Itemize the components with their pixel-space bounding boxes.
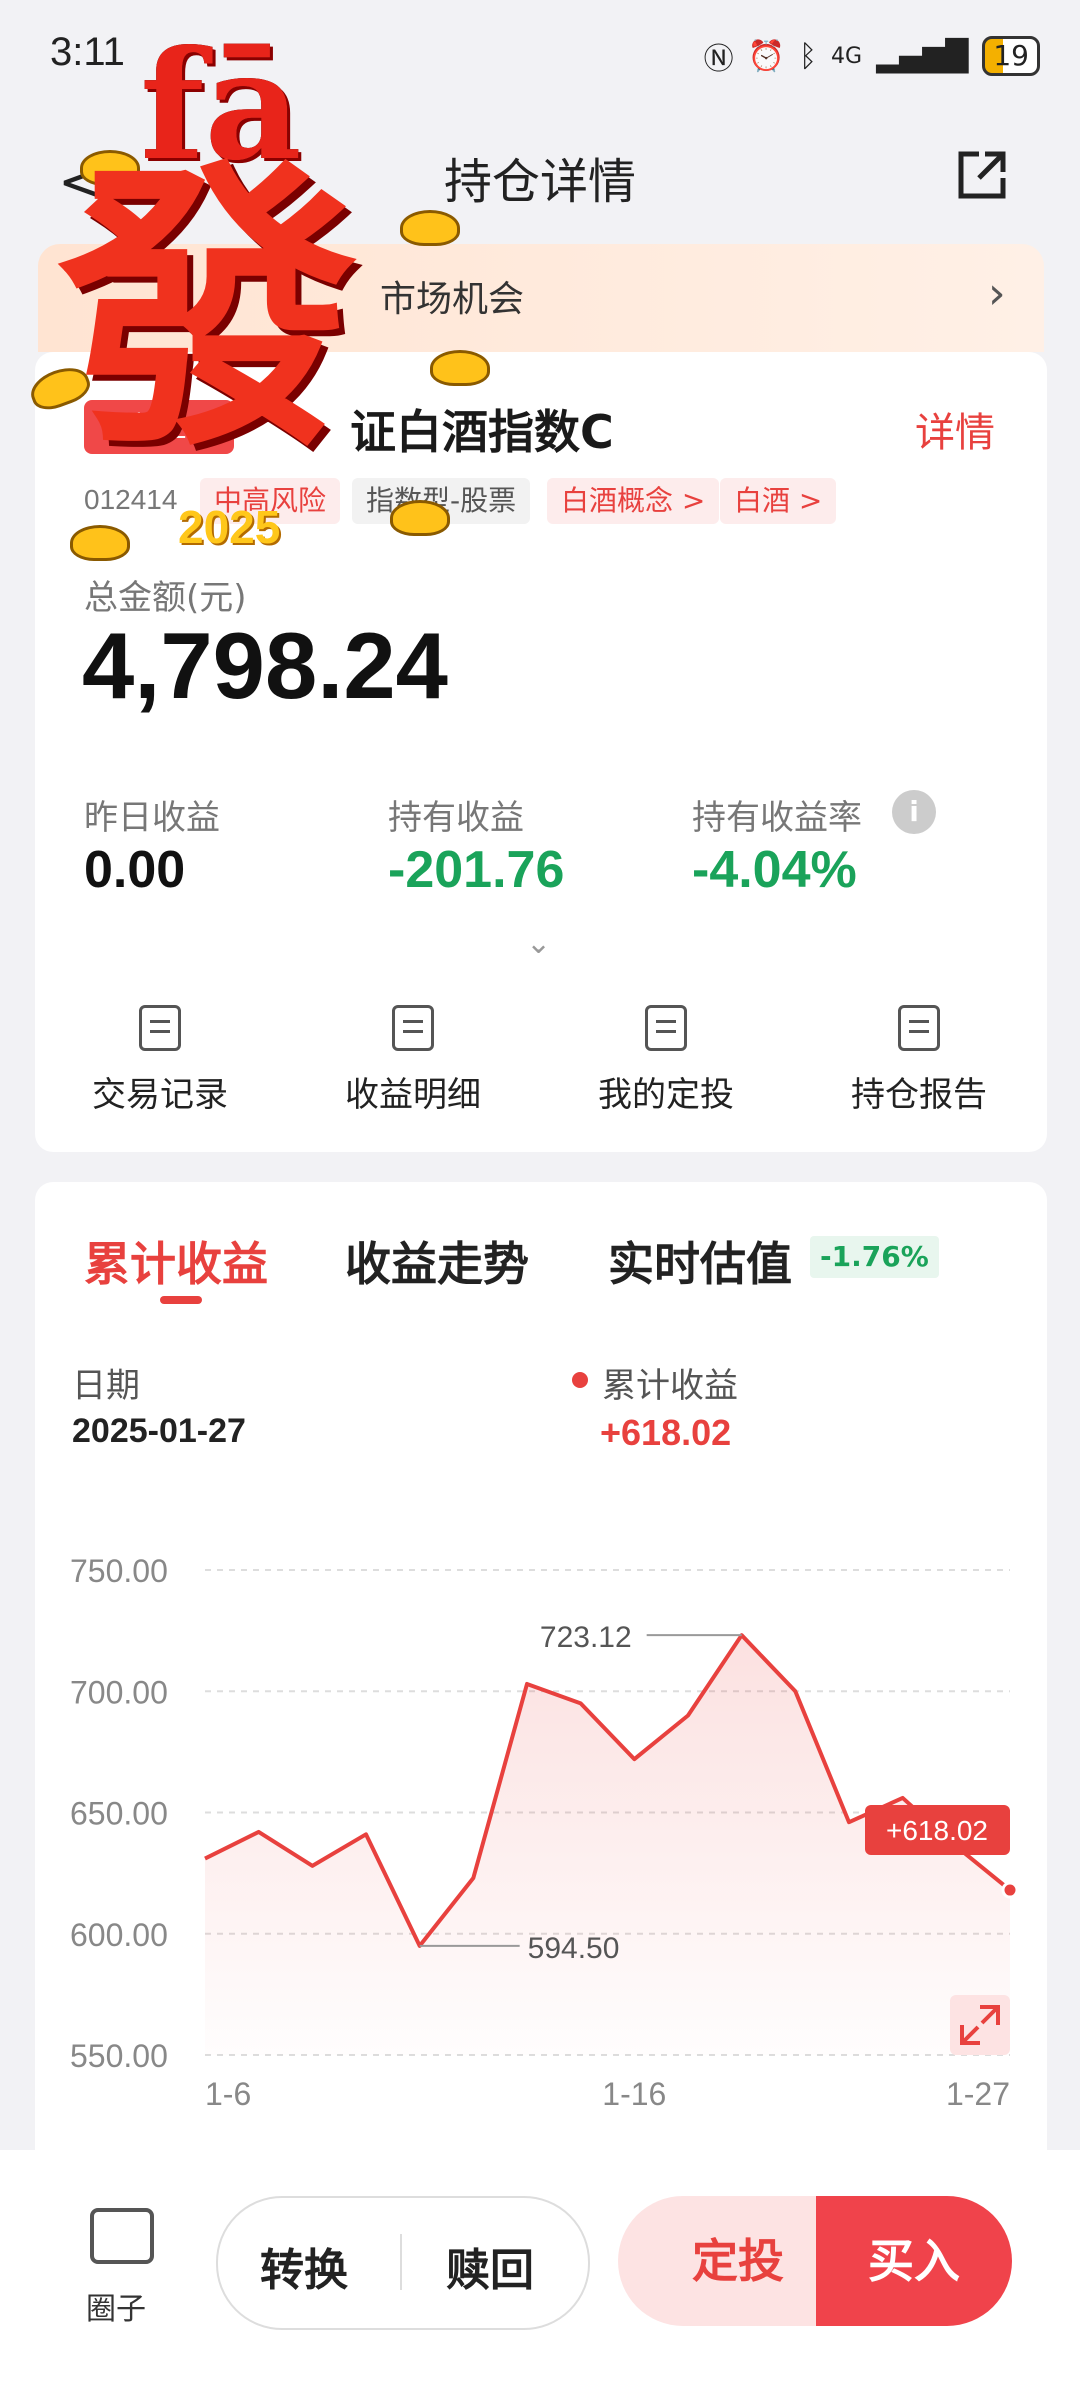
action-my-auto-invest[interactable]: 我的定投 <box>566 1005 766 1116</box>
max-label: 723.12 <box>540 1621 632 1654</box>
x-tick-label: 1-16 <box>602 2076 666 2112</box>
tab-cumulative-profit[interactable]: 累计收益 <box>84 1228 268 1294</box>
y-tick-label: 550.00 <box>70 2038 168 2074</box>
gold-ingot-icon <box>400 210 460 246</box>
legend-value: +618.02 <box>600 1412 732 1453</box>
signal-icon: ▂▄▆█ <box>876 38 969 74</box>
info-icon[interactable]: i <box>892 790 936 834</box>
action-label: 收益明细 <box>345 1075 481 1115</box>
buy-button[interactable]: 买入 <box>816 2196 1012 2326</box>
concept-chip[interactable]: 白酒概念 > <box>547 478 720 524</box>
yesterday-value: 0.00 <box>84 841 186 899</box>
gold-ingot-icon <box>70 525 130 561</box>
x-tick-label: 1-27 <box>946 2076 1010 2112</box>
date-label: 日期 <box>72 1366 140 1406</box>
fullscreen-icon[interactable] <box>950 1995 1010 2055</box>
bluetooth-icon: ᛒ <box>799 38 818 74</box>
y-tick-label: 700.00 <box>70 1674 168 1710</box>
holding-rate-value: -4.04% <box>692 841 857 899</box>
x-tick-label: 1-6 <box>205 2076 251 2112</box>
action-profit-detail[interactable]: 收益明细 <box>313 1005 513 1116</box>
action-label: 持仓报告 <box>851 1075 987 1115</box>
divider <box>400 2234 402 2290</box>
convert-button[interactable]: 转换 <box>260 2234 348 2298</box>
legend-label: 累计收益 <box>602 1366 738 1406</box>
status-icons: Ⓝ ⏰ ᛒ 4G ▂▄▆█ 19 <box>704 34 1040 78</box>
yen-bill-icon <box>392 1005 434 1051</box>
last-point <box>1001 1881 1019 1899</box>
min-label: 594.50 <box>528 1932 620 1965</box>
fund-name: 证白酒指数C <box>350 405 614 459</box>
list-icon <box>139 1005 181 1051</box>
gold-ingot-icon <box>430 350 490 386</box>
detail-link[interactable]: 详情 <box>915 400 995 458</box>
last-value-label: +618.02 <box>886 1815 988 1846</box>
y-tick-label: 600.00 <box>70 1917 168 1953</box>
tab-profit-trend[interactable]: 收益走势 <box>345 1228 529 1294</box>
redeem-button[interactable]: 赎回 <box>446 2234 534 2298</box>
circle-label[interactable]: 圈子 <box>86 2284 146 2328</box>
y-tick-label: 650.00 <box>70 1796 168 1832</box>
alarm-icon: ⏰ <box>747 38 786 74</box>
chevron-right-icon: › <box>988 268 1006 319</box>
sticker-year: 2025 <box>178 501 281 553</box>
holding-rate-label: 持有收益率 <box>692 798 862 838</box>
holding-profit-label: 持有收益 <box>388 798 524 838</box>
yesterday-label: 昨日收益 <box>84 798 220 838</box>
chevron-down-icon[interactable]: ⌄ <box>526 926 551 961</box>
battery-icon: 19 <box>982 36 1040 76</box>
action-trade-records[interactable]: 交易记录 <box>60 1005 260 1116</box>
sector-chip[interactable]: 白酒 > <box>720 478 837 524</box>
estimate-badge: -1.76% <box>810 1236 939 1278</box>
holding-profit-value: -201.76 <box>388 841 565 899</box>
status-time: 3:11 <box>50 30 125 74</box>
share-icon[interactable] <box>955 148 1009 202</box>
document-icon <box>645 1005 687 1051</box>
network-label: 4G <box>831 43 863 69</box>
y-tick-label: 750.00 <box>70 1553 168 1589</box>
profit-chart[interactable]: 750.00 700.00 650.00 600.00 550.00 1-6 1-16 1-… <box>0 1500 1080 2120</box>
date-value: 2025-01-27 <box>72 1412 246 1450</box>
tab-realtime-estimate[interactable]: 实时估值 <box>608 1228 792 1294</box>
clipboard-check-icon <box>898 1005 940 1051</box>
chat-icon[interactable] <box>90 2208 154 2264</box>
nfc-icon: Ⓝ <box>703 42 734 77</box>
tab-underline <box>160 1296 202 1304</box>
fund-code: 012414 <box>84 484 178 515</box>
action-label: 交易记录 <box>92 1075 228 1115</box>
legend-dot <box>572 1372 588 1388</box>
banner-text: 市场机会 <box>380 279 525 320</box>
total-amount: 4,798.24 <box>82 613 448 718</box>
sticker-fa-character: 發 <box>58 133 358 486</box>
gold-ingot-icon <box>390 500 450 536</box>
action-holding-report[interactable]: 持仓报告 <box>819 1005 1019 1116</box>
action-label: 我的定投 <box>598 1075 734 1115</box>
